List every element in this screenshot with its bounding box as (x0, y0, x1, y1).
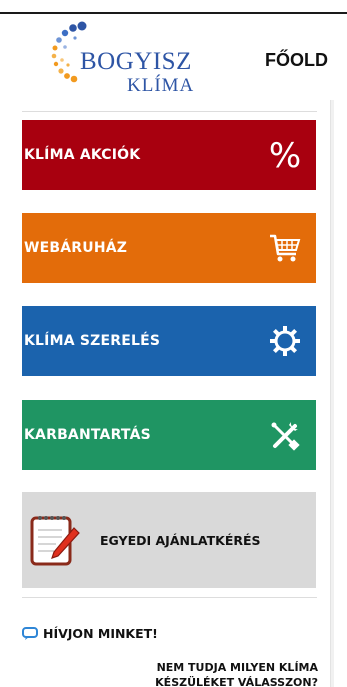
menu-item-label: WEBÁRUHÁZ (24, 240, 128, 256)
percent-icon: % (266, 136, 304, 174)
logo-text-klima: KLÍMA (127, 75, 195, 96)
menu-item-label: KLÍMA SZERELÉS (24, 333, 161, 349)
quote-request-label: EGYEDI AJÁNLATKÉRÉS (100, 532, 261, 548)
site-header: BOGYISZ KLÍMA FŐOLD (0, 14, 347, 106)
call-us-label: HÍVJON MINKET! (43, 626, 158, 641)
menu-item-klima-akciok[interactable]: KLÍMA AKCIÓK % (22, 120, 316, 190)
menu-item-label: KARBANTARTÁS (24, 427, 151, 443)
tools-icon (266, 416, 304, 454)
help-question-text: NEM TUDJA MILYEN KLÍMA KÉSZÜLÉKET VÁLASS… (60, 660, 318, 687)
brand-logo[interactable]: BOGYISZ KLÍMA (50, 20, 210, 100)
menu-item-webaruhaz[interactable]: WEBÁRUHÁZ (22, 213, 316, 283)
call-us-link[interactable]: HÍVJON MINKET! (22, 626, 158, 641)
help-question-line: KÉSZÜLÉKET VÁLASSZON? (155, 676, 318, 687)
gear-icon (266, 322, 304, 360)
menu-item-label: KLÍMA AKCIÓK (24, 147, 141, 163)
svg-text:%: % (269, 137, 301, 173)
menu-item-klima-szereles[interactable]: KLÍMA SZERELÉS (22, 306, 316, 376)
divider (22, 597, 317, 598)
nav-home-link[interactable]: FŐOLD (265, 50, 328, 71)
chat-bubble-icon (22, 626, 38, 641)
quote-request-button[interactable]: EGYEDI AJÁNLATKÉRÉS (22, 492, 316, 588)
notepad-pen-icon (26, 510, 82, 570)
shopping-cart-icon (266, 229, 304, 267)
help-question-line: NEM TUDJA MILYEN KLÍMA (156, 661, 318, 674)
divider (22, 111, 317, 112)
logo-text-bogyisz: BOGYISZ (80, 48, 192, 75)
menu-item-karbantartas[interactable]: KARBANTARTÁS (22, 400, 316, 470)
column-divider (330, 100, 334, 687)
